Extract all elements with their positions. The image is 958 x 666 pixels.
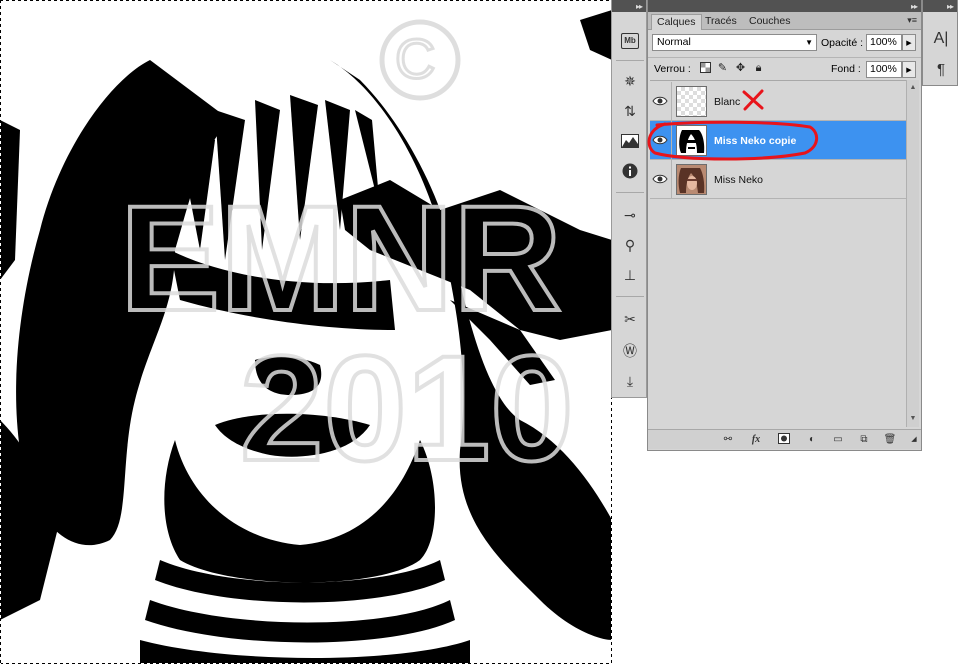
red-cross-annotation [742,89,764,111]
layer-style-icon[interactable]: fx [748,433,764,447]
tab-couches[interactable]: Couches [744,14,795,30]
blend-row: Normal ▼ Opacité : 100% ▶ [648,31,921,55]
navigator-icon[interactable]: ✵ [618,70,642,92]
lock-row: Verrou : ✎ ✥ 🔒︎ Fond : 100% ▶ [648,57,921,79]
notes-icon[interactable]: ⤓ [618,370,642,392]
wiki-icon[interactable]: Ⓦ [618,340,642,362]
scroll-down-icon[interactable]: ▼ [907,413,919,425]
clone-source-icon[interactable]: ⚲ [618,234,642,256]
layer-name: Miss Neko [714,174,764,186]
adjustment-layer-icon[interactable]: ◐ [804,433,820,447]
histogram-icon[interactable] [618,130,642,152]
layer-row-miss-neko[interactable]: Miss Neko [650,160,906,199]
actions-icon[interactable]: ✂ [618,308,642,330]
paragraph-icon[interactable]: ¶ [929,58,953,80]
fill-label: Fond : [831,63,861,75]
eye-icon[interactable] [652,172,668,186]
layer-thumbnail [676,86,707,117]
blend-mode-value: Normal [657,36,691,48]
history-icon[interactable]: ⇅ [618,100,642,122]
divider [671,82,672,121]
trash-icon[interactable]: 🗑︎ [882,433,898,447]
dock-separator [616,192,644,193]
tab-calques[interactable]: Calques [651,14,702,30]
add-mask-icon[interactable] [776,433,792,447]
layer-row-blanc[interactable]: Blanc [650,82,906,121]
opacity-label: Opacité : [821,37,864,49]
panel-tabbar: Calques Tracés Couches ▾≡ [648,12,921,30]
opacity-slider-button[interactable]: ▶ [902,34,916,51]
new-layer-icon[interactable]: ⧉ [856,433,872,447]
panel-menu-icon[interactable]: ▾≡ [907,15,917,26]
scroll-up-icon[interactable]: ▲ [907,82,919,94]
dock-separator [616,60,644,61]
eye-icon[interactable] [652,94,668,108]
selection-marquee [0,0,1,664]
panel-icon-dock: ▸▸ Mb ✵ ⇅ ⊸ ⚲ ⊥ ✂ Ⓦ ⤓ [611,0,647,398]
layer-name: Blanc [714,96,741,108]
tool-presets-icon[interactable]: ⊥ [618,264,642,286]
fill-slider-button[interactable]: ▶ [902,61,916,78]
dock-separator [616,296,644,297]
chevron-down-icon: ▼ [805,38,813,47]
svg-text:C: C [395,27,435,90]
opacity-field[interactable]: 100% [866,34,902,51]
artwork-image: C EMNR 2010 [0,0,612,664]
selection-marquee [0,0,612,1]
tab-traces[interactable]: Tracés [700,14,742,30]
document-canvas[interactable]: C EMNR 2010 [0,0,612,664]
brush-presets-icon[interactable]: ⊸ [618,204,642,226]
resize-grip-icon[interactable]: ◢ [906,433,922,447]
link-layers-icon[interactable]: ⚯ [720,433,736,447]
lock-all-icon[interactable]: 🔒︎ [752,62,765,75]
panel-collapse-bar[interactable]: ▸▸ [648,0,921,12]
fill-field[interactable]: 100% [866,61,902,78]
layers-bottom-toolbar: ⚯ fx ◐ ▭ ⧉ 🗑︎ ◢ [648,429,921,449]
blend-mode-select[interactable]: Normal ▼ [652,34,817,51]
mini-bridge-icon[interactable]: Mb [618,30,642,52]
character-icon[interactable]: A| [929,28,953,50]
red-circle-annotation [647,120,819,161]
layer-thumbnail [676,164,707,195]
lock-label: Verrou : [654,63,691,75]
layer-list-scrollbar[interactable]: ▲ ▼ [906,80,919,427]
divider [671,160,672,199]
lock-pixels-icon[interactable]: ✎ [716,62,729,75]
mini-collapse-bar[interactable]: ▸▸ [923,0,957,12]
svg-text:2010: 2010 [240,324,574,492]
layers-panel: ▸▸ Calques Tracés Couches ▾≡ Normal ▼ Op… [647,0,922,451]
character-panel-dock: ▸▸ A| ¶ [922,0,958,86]
info-icon[interactable] [618,160,642,182]
new-group-icon[interactable]: ▭ [830,433,846,447]
selection-marquee [0,663,612,664]
lock-position-icon[interactable]: ✥ [734,62,747,75]
svg-text:EMNR: EMNR [120,174,562,342]
dock-collapse-bar[interactable]: ▸▸ [612,0,646,12]
lock-transparency-icon[interactable] [699,62,712,75]
